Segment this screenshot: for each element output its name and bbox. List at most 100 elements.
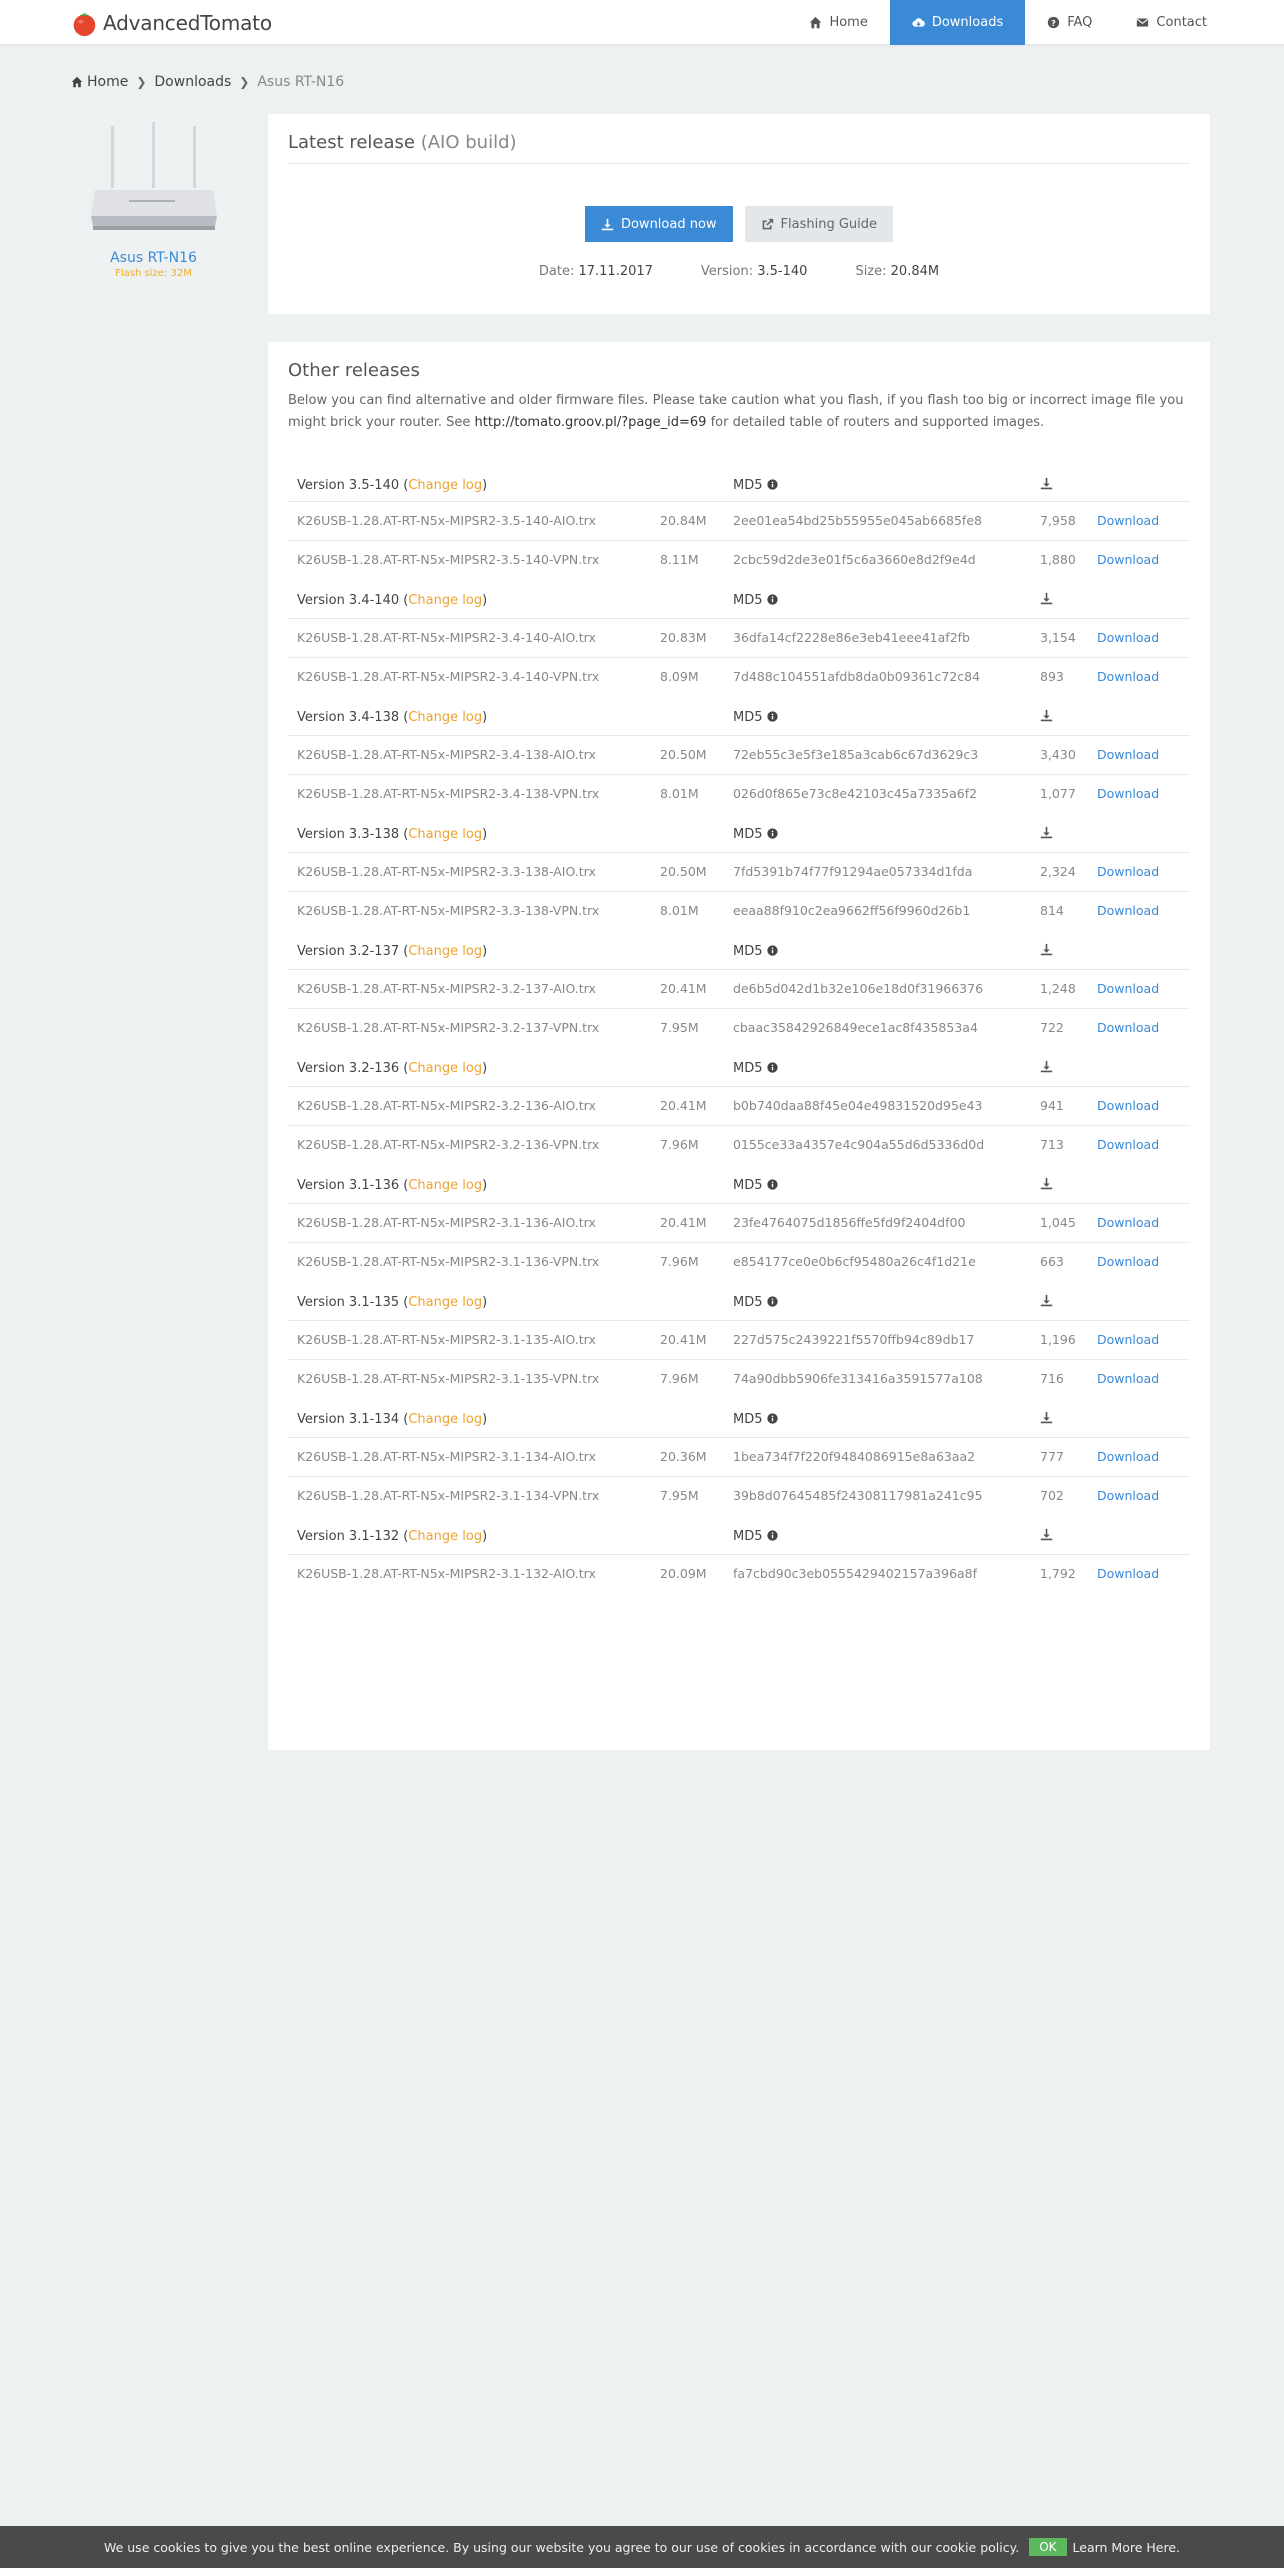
download-link[interactable]: Download (1097, 786, 1159, 801)
intro-link[interactable]: http://tomato.groov.pl/?page_id=69 (475, 415, 707, 430)
changelog-link[interactable]: Change log (408, 478, 482, 493)
download-count: 1,045 (1040, 1203, 1097, 1243)
size-label: Size: (855, 264, 887, 279)
file-size: 8.01M (660, 786, 699, 802)
info-circle-icon (766, 827, 778, 839)
file-name: K26USB-1.28.AT-RT-N5x-MIPSR2-3.2-136-VPN… (297, 1137, 600, 1153)
cookie-ok-button[interactable]: OK (1029, 2538, 1067, 2556)
router-image (90, 122, 217, 230)
download-link[interactable]: Download (1097, 1332, 1159, 1347)
file-md5: b0b740daa88f45e04e49831520d95e43 (733, 1086, 1040, 1126)
download-link[interactable]: Download (1097, 1488, 1159, 1503)
changelog-link[interactable]: Change log (408, 1178, 482, 1193)
download-link[interactable]: Download (1097, 1098, 1159, 1113)
flash-size: Flash size: 32M (115, 268, 192, 279)
envelope-icon (1136, 18, 1149, 27)
nav-home[interactable]: Home (787, 0, 889, 45)
md5-header-label: MD5 (733, 1528, 763, 1544)
nav-downloads[interactable]: Downloads (889, 0, 1026, 45)
changelog-link[interactable]: Change log (408, 827, 482, 842)
latest-title-suffix: (AIO build) (420, 132, 517, 153)
flashing-guide-button[interactable]: Flashing Guide (744, 206, 894, 242)
download-count: 1,880 (1040, 552, 1076, 568)
file-size: 20.83M (660, 618, 733, 658)
changelog-link[interactable]: Change log (408, 1529, 482, 1544)
md5-header: MD5 (733, 579, 1040, 619)
download-count-header (1040, 1281, 1097, 1321)
file-md5: 23fe4764075d1856ffe5fd9f2404df00 (733, 1203, 1040, 1243)
download-link[interactable]: Download (1097, 552, 1159, 567)
changelog-link[interactable]: Change log (408, 1061, 482, 1076)
product-name: Asus RT-N16 (110, 250, 197, 266)
file-name: K26USB-1.28.AT-RT-N5x-MIPSR2-3.1-134-AIO… (288, 1437, 660, 1477)
file-size: 7.96M (660, 1254, 699, 1270)
tomato-icon (73, 11, 96, 36)
size-header (660, 1398, 733, 1438)
download-link[interactable]: Download (1097, 1254, 1159, 1269)
info-circle-icon (766, 1061, 778, 1073)
changelog-link[interactable]: Change log (408, 710, 482, 725)
download-link[interactable]: Download (1097, 864, 1159, 879)
file-name: K26USB-1.28.AT-RT-N5x-MIPSR2-3.2-136-AIO… (288, 1086, 660, 1126)
action-header (1097, 1398, 1190, 1438)
file-md5: e854177ce0e0b6cf95480a26c4f1d21e (733, 1254, 976, 1270)
download-count-header (1040, 813, 1097, 853)
download-link[interactable]: Download (1097, 1449, 1159, 1464)
md5-header: MD5 (733, 1281, 1040, 1321)
size-header (660, 1281, 733, 1321)
changelog-link[interactable]: Change log (408, 1295, 482, 1310)
release-size: Size: 20.84M (855, 264, 939, 279)
chevron-right-icon: ❯ (136, 75, 147, 89)
file-md5: 1bea734f7f220f9484086915e8a63aa2 (733, 1437, 1040, 1477)
download-link[interactable]: Download (1097, 747, 1159, 762)
info-circle-icon (766, 710, 778, 722)
other-releases-title: Other releases (288, 360, 420, 381)
changelog-link[interactable]: Change log (408, 593, 482, 608)
file-name: K26USB-1.28.AT-RT-N5x-MIPSR2-3.3-138-VPN… (297, 903, 600, 919)
file-name: K26USB-1.28.AT-RT-N5x-MIPSR2-3.1-134-VPN… (297, 1488, 600, 1504)
info-circle-icon (766, 1178, 778, 1190)
version-label: Version 3.1-134 (297, 1411, 400, 1427)
file-md5: fa7cbd90c3eb0555429402157a396a8f (733, 1566, 978, 1582)
download-count: 702 (1040, 1488, 1064, 1504)
table-row: K26USB-1.28.AT-RT-N5x-MIPSR2-3.1-136-AIO… (288, 1203, 1190, 1243)
date-label: Date: (538, 264, 575, 279)
download-count: 663 (1040, 1254, 1064, 1270)
download-link[interactable]: Download (1097, 1566, 1159, 1581)
nav-faq[interactable]: ? FAQ (1025, 0, 1114, 45)
md5-header-label: MD5 (733, 592, 763, 608)
file-name: K26USB-1.28.AT-RT-N5x-MIPSR2-3.1-135-VPN… (297, 1371, 600, 1387)
changelog-link[interactable]: Change log (408, 944, 482, 959)
changelog-link[interactable]: Change log (408, 1412, 482, 1427)
nav-contact[interactable]: Contact (1114, 0, 1229, 45)
table-row: K26USB-1.28.AT-RT-N5x-MIPSR2-3.4-140-AIO… (288, 618, 1190, 658)
other-releases-intro: Below you can find alternative and older… (288, 390, 1188, 434)
file-size: 7.95M (660, 1020, 699, 1036)
version-title: Version 3.2-136 (Change log) (288, 1047, 660, 1087)
download-link[interactable]: Download (1097, 669, 1159, 684)
nav-faq-label: FAQ (1067, 15, 1093, 30)
brand-link[interactable]: AdvancedTomato (71, 8, 272, 38)
action-header (1097, 1515, 1190, 1555)
file-size: 20.84M (660, 501, 733, 541)
download-now-button[interactable]: Download now (584, 206, 733, 242)
svg-text:?: ? (1051, 18, 1056, 28)
download-link[interactable]: Download (1097, 630, 1159, 645)
download-link[interactable]: Download (1097, 1137, 1159, 1152)
download-link[interactable]: Download (1097, 1371, 1159, 1386)
download-count-header (1040, 462, 1097, 502)
download-link[interactable]: Download (1097, 513, 1159, 528)
download-link[interactable]: Download (1097, 903, 1159, 918)
file-size: 20.09M (660, 1566, 707, 1582)
flashing-guide-label: Flashing Guide (780, 216, 878, 232)
size-header (660, 579, 733, 619)
download-link[interactable]: Download (1097, 1215, 1159, 1230)
releases-table: Version 3.5-140 (Change log) MD5 K26USB-1.… (288, 462, 1190, 1593)
external-link-icon (762, 218, 773, 229)
download-link[interactable]: Download (1097, 981, 1159, 996)
download-link[interactable]: Download (1097, 1020, 1159, 1035)
breadcrumb-home[interactable]: Home (87, 74, 128, 90)
download-count-icon (1040, 1528, 1053, 1540)
breadcrumb-downloads[interactable]: Downloads (154, 74, 231, 90)
cookie-learn-more-link[interactable]: Learn More Here. (1073, 2540, 1181, 2555)
